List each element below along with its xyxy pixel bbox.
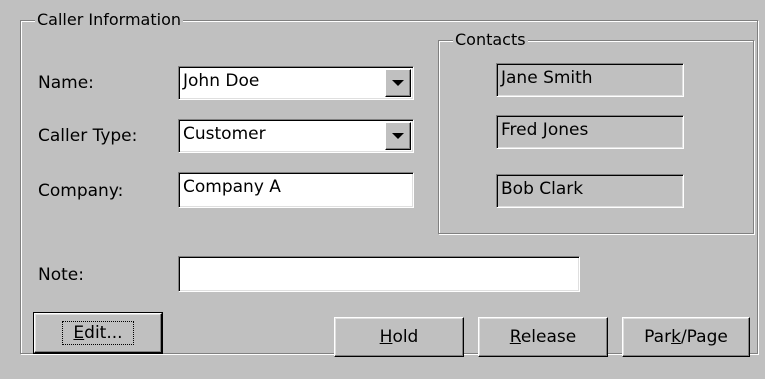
chevron-down-icon (392, 133, 404, 139)
release-button-label: Release (509, 327, 577, 347)
contact-item: Jane Smith (496, 63, 684, 97)
contact-name: Bob Clark (501, 179, 584, 199)
name-value: John Doe (183, 71, 260, 91)
company-value: Company A (183, 177, 281, 197)
caller-type-value: Customer (183, 124, 266, 144)
contact-item: Fred Jones (496, 115, 684, 149)
caller-type-dropdown-button[interactable] (385, 122, 411, 150)
company-label: Company: (38, 181, 124, 201)
caller-type-combobox[interactable]: Customer (178, 119, 414, 153)
contact-name: Fred Jones (501, 120, 589, 140)
hold-button-label: Hold (379, 327, 419, 347)
company-field[interactable]: Company A (178, 172, 414, 208)
name-combobox[interactable]: John Doe (178, 66, 414, 100)
contact-name: Jane Smith (501, 68, 593, 88)
name-dropdown-button[interactable] (385, 69, 411, 97)
note-field[interactable] (178, 256, 580, 292)
release-button[interactable]: Release (478, 317, 608, 357)
hold-button[interactable]: Hold (334, 317, 464, 357)
edit-button[interactable]: Edit... (33, 312, 163, 354)
park-page-button-label: Park/Page (644, 327, 728, 347)
note-label: Note: (38, 265, 84, 285)
edit-button-label: Edit... (62, 321, 134, 345)
contacts-legend: Contacts (453, 30, 528, 50)
contact-item: Bob Clark (496, 174, 684, 208)
name-label: Name: (38, 73, 94, 93)
caller-type-label: Caller Type: (38, 126, 138, 146)
park-page-button[interactable]: Park/Page (622, 317, 750, 357)
chevron-down-icon (392, 80, 404, 86)
caller-information-legend: Caller Information (35, 10, 183, 30)
